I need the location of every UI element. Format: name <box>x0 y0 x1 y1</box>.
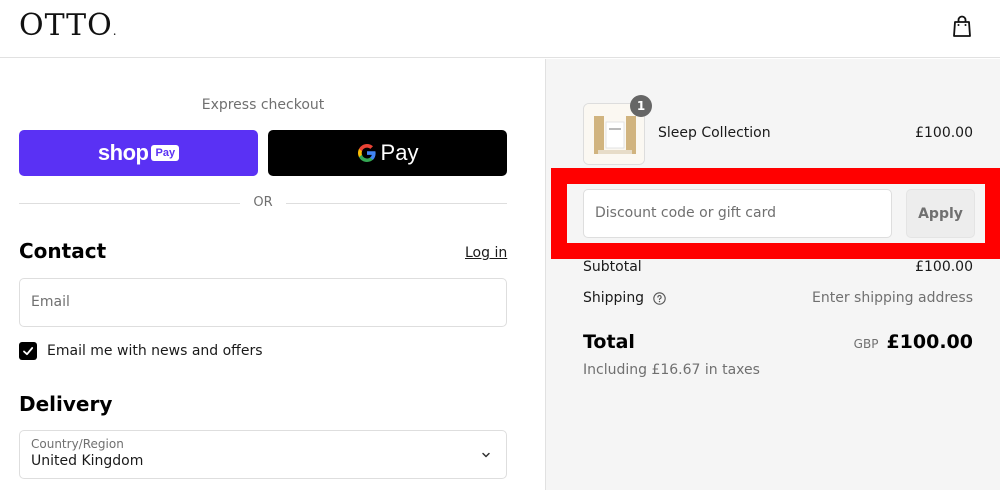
discount-placeholder: Discount code or gift card <box>595 205 776 221</box>
logo-dot: . <box>112 24 118 38</box>
checkmark-icon <box>23 347 34 356</box>
google-g-icon <box>357 144 376 162</box>
subtotal-label: Subtotal <box>583 259 642 275</box>
newsletter-checkbox[interactable] <box>19 342 37 360</box>
shipping-value: Enter shipping address <box>812 290 973 306</box>
google-pay-word: Pay <box>380 140 419 165</box>
country-label: Country/Region <box>31 437 124 451</box>
newsletter-label: Email me with news and offers <box>47 343 263 359</box>
subtotal-value: £100.00 <box>915 259 973 275</box>
contact-heading: Contact <box>19 239 107 263</box>
apply-discount-button[interactable]: Apply <box>906 189 975 238</box>
quantity-badge: 1 <box>630 95 652 117</box>
email-placeholder: Email <box>31 294 70 310</box>
product-name: Sleep Collection <box>658 125 771 141</box>
shipping-label: Shipping <box>583 290 645 306</box>
express-checkout-title: Express checkout <box>201 97 325 113</box>
shopping-bag-icon[interactable] <box>951 14 973 38</box>
or-divider: OR <box>19 194 507 212</box>
taxes-note: Including £16.67 in taxes <box>583 362 760 378</box>
newsletter-option: Email me with news and offers <box>19 341 263 361</box>
logo-text: OTTO <box>19 8 113 43</box>
currency-code: GBP <box>853 337 879 351</box>
order-summary-panel: 1 Sleep Collection £100.00 Discount code… <box>545 59 1000 490</box>
shop-pay-button[interactable]: shop Pay <box>19 130 258 176</box>
delivery-heading: Delivery <box>19 392 113 416</box>
store-logo[interactable]: OTTO. <box>19 8 118 43</box>
country-select[interactable]: Country/Region United Kingdom <box>19 430 507 479</box>
log-in-link[interactable]: Log in <box>465 245 507 261</box>
help-icon[interactable] <box>652 291 666 305</box>
total-value: £100.00 <box>886 331 973 353</box>
discount-code-field[interactable]: Discount code or gift card <box>583 189 892 238</box>
google-pay-button[interactable]: Pay <box>268 130 507 176</box>
email-field[interactable]: Email <box>19 278 507 327</box>
country-value: United Kingdom <box>31 453 144 469</box>
checkout-form-panel: Express checkout shop Pay Pay OR Contact… <box>0 59 545 490</box>
total-amount: GBP £100.00 <box>854 331 973 353</box>
product-price: £100.00 <box>915 125 973 141</box>
total-label: Total <box>583 331 635 353</box>
chevron-down-icon <box>482 452 490 458</box>
shop-pay-word: shop <box>97 140 149 165</box>
shipping-row: Shipping <box>583 290 666 306</box>
header: OTTO. <box>0 0 1000 58</box>
shop-pay-badge: Pay <box>151 145 180 161</box>
divider-line-right <box>286 203 507 204</box>
